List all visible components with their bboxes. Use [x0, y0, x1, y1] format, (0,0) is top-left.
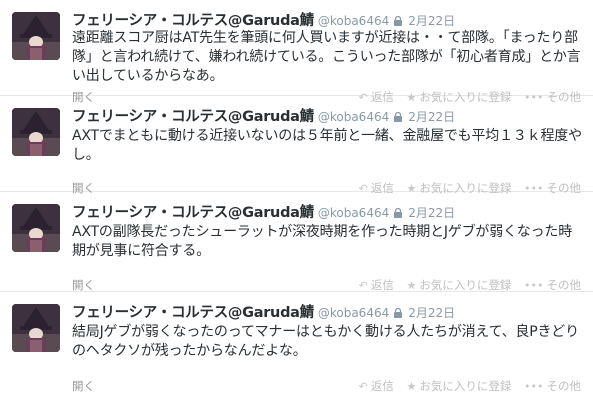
- more-button[interactable]: ••• その他: [524, 378, 581, 394]
- tweet-header: フェリーシア・コルテス@Garuda鯖 @koba6464 2月22日: [72, 301, 583, 321]
- author-username[interactable]: @koba6464: [318, 306, 389, 320]
- author-username[interactable]: @koba6464: [318, 14, 389, 28]
- tweet[interactable]: フェリーシア・コルテス@Garuda鯖 @koba6464 2月22日 結局Jゲブが…: [0, 292, 593, 400]
- reply-label: 返信: [370, 278, 394, 292]
- tweet[interactable]: フェリーシア・コルテス@Garuda鯖 @koba6464 2月22日 遠距離スコア…: [0, 0, 593, 104]
- expand-link[interactable]: 開く: [72, 277, 95, 293]
- favorite-label: お気に入りに登録: [419, 278, 512, 292]
- tweet-actions: ↶ 返信 ★ お気に入りに登録 ••• その他: [350, 378, 581, 394]
- tweet-text: 結局Jゲブが弱くなったのってマナーはともかく動ける人たちが消えて、良Pきどりのヘ…: [72, 324, 579, 359]
- author-username[interactable]: @koba6464: [318, 206, 389, 220]
- favorite-button[interactable]: ★ お気に入りに登録: [407, 277, 512, 293]
- lock-icon: [394, 303, 403, 318]
- reply-icon: ↶: [358, 380, 368, 393]
- tweet-date[interactable]: 2月22日: [408, 206, 455, 220]
- star-icon: ★: [406, 380, 417, 393]
- more-icon: •••: [524, 279, 544, 292]
- more-label: その他: [546, 379, 582, 393]
- tweet-date[interactable]: 2月22日: [408, 110, 455, 124]
- tweet-text: 遠距離スコア厨はAT先生を筆頭に何人買いますが近接は・・て部隊。「まったり部隊」…: [72, 30, 581, 84]
- avatar[interactable]: [12, 204, 60, 252]
- tweet-actions: ↶ 返信 ★ お気に入りに登録 ••• その他: [350, 277, 581, 293]
- author-fullname[interactable]: フェリーシア・コルテス@Garuda鯖: [72, 305, 314, 321]
- expand-link[interactable]: 開く: [72, 378, 95, 394]
- author-fullname[interactable]: フェリーシア・コルテス@Garuda鯖: [72, 109, 314, 125]
- tweet-text: AXTでまともに動ける近接いないのは５年前と一緒、金融屋でも平均１３ｋ程度やし。: [72, 128, 582, 163]
- tweet-date[interactable]: 2月22日: [408, 14, 455, 28]
- tweet-header: フェリーシア・コルテス@Garuda鯖 @koba6464 2月22日: [72, 9, 583, 29]
- author-fullname[interactable]: フェリーシア・コルテス@Garuda鯖: [72, 13, 314, 29]
- tweet-header: フェリーシア・コルテス@Garuda鯖 @koba6464 2月22日: [72, 105, 583, 125]
- author-username[interactable]: @koba6464: [318, 110, 389, 124]
- reply-label: 返信: [370, 379, 394, 393]
- more-icon: •••: [524, 380, 544, 393]
- more-button[interactable]: ••• その他: [524, 277, 581, 293]
- favorite-label: お気に入りに登録: [419, 379, 512, 393]
- author-fullname[interactable]: フェリーシア・コルテス@Garuda鯖: [72, 205, 314, 221]
- avatar[interactable]: [12, 304, 60, 352]
- favorite-button[interactable]: ★ お気に入りに登録: [407, 378, 512, 394]
- lock-icon: [394, 203, 403, 218]
- tweet[interactable]: フェリーシア・コルテス@Garuda鯖 @koba6464 2月22日 AXTの副隊…: [0, 192, 593, 292]
- avatar[interactable]: [12, 108, 60, 156]
- tweet-timeline: フェリーシア・コルテス@Garuda鯖 @koba6464 2月22日 遠距離スコア…: [0, 0, 593, 400]
- lock-icon: [394, 107, 403, 122]
- reply-icon: ↶: [358, 279, 368, 292]
- tweet-header: フェリーシア・コルテス@Garuda鯖 @koba6464 2月22日: [72, 201, 583, 221]
- lock-icon: [394, 11, 403, 26]
- tweet-date[interactable]: 2月22日: [408, 306, 455, 320]
- tweet[interactable]: フェリーシア・コルテス@Garuda鯖 @koba6464 2月22日 AXTでまと…: [0, 96, 593, 195]
- star-icon: ★: [406, 279, 417, 292]
- avatar[interactable]: [12, 12, 60, 60]
- more-label: その他: [546, 278, 582, 292]
- tweet-text: AXTの副隊長だったシューラットが深夜時期を作った時期とJゲブが弱くなった時期が…: [72, 224, 573, 259]
- reply-button[interactable]: ↶ 返信: [359, 277, 394, 293]
- reply-button[interactable]: ↶ 返信: [359, 378, 394, 394]
